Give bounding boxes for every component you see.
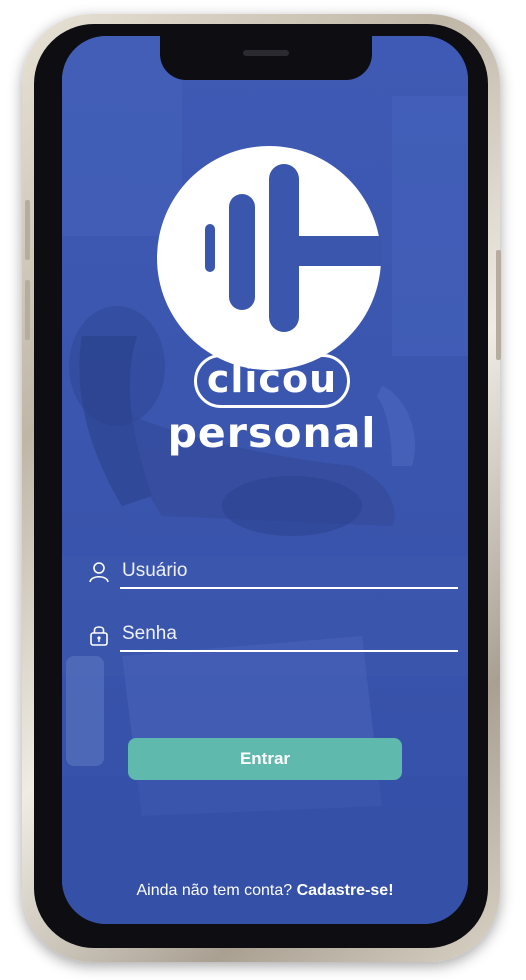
username-input[interactable] [120, 555, 458, 589]
username-field-group [88, 555, 458, 589]
phone-side-button [496, 250, 501, 360]
signup-prompt-text: Ainda não tem conta? [136, 882, 293, 899]
password-input[interactable] [120, 618, 458, 652]
user-icon [89, 562, 109, 583]
password-field-group [88, 618, 458, 652]
brand-wordmark: clicou personal [122, 354, 422, 456]
signup-link[interactable]: Cadastre-se! [297, 882, 394, 899]
phone-speaker [243, 50, 289, 56]
clicou-c-logo-icon [157, 146, 381, 370]
lock-icon [90, 626, 108, 646]
phone-notch [160, 36, 372, 80]
signup-prompt: Ainda não tem conta? Cadastre-se! [62, 882, 468, 900]
phone-volume-button [25, 280, 30, 340]
phone-volume-button [25, 200, 30, 260]
brand-line1: clicou [193, 354, 351, 408]
brand-line2: personal [167, 409, 377, 457]
app-screen: clicou personal Entrar Ainda não tem con… [62, 36, 468, 924]
login-button[interactable]: Entrar [128, 738, 402, 780]
